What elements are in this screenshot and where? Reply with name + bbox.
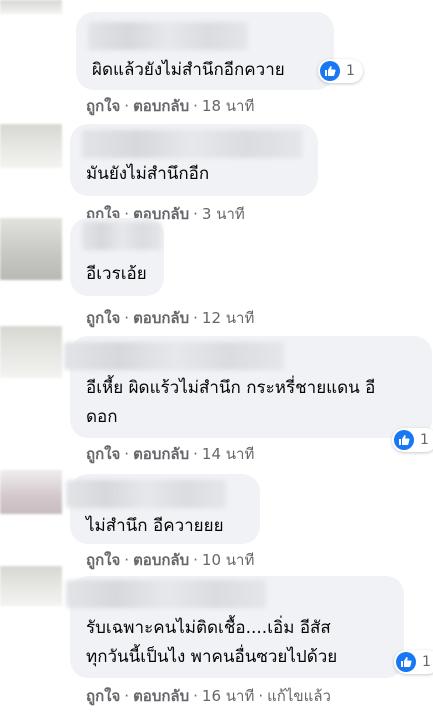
separator: ·: [193, 445, 198, 463]
comment-bubble: ผิดแล้วยังไม่สำนึกอีกควาย: [76, 12, 334, 90]
avatar[interactable]: [0, 124, 62, 168]
separator: ·: [124, 445, 130, 463]
timestamp[interactable]: 18 นาที: [202, 97, 254, 115]
separator: ·: [193, 97, 198, 115]
comment-text: มันยังไม่สำนึกอีก: [86, 164, 210, 184]
comment-text: ไม่สำนึก อีควายยย: [86, 516, 224, 536]
author-name[interactable]: [88, 22, 248, 50]
comment-bubble: รับเฉพาะคนไม่ติดเชื้อ....เอิ่ม อีสัส ทุก…: [66, 576, 404, 678]
timestamp[interactable]: 12 นาที: [202, 309, 254, 327]
avatar[interactable]: [0, 566, 62, 606]
separator: ·: [124, 687, 130, 705]
comment-text: รับเฉพาะคนไม่ติดเชื้อ....เอิ่ม อีสัส ทุก…: [86, 618, 338, 667]
separator: ·: [258, 687, 264, 705]
comment-actions: ถูกใจ · ตอบกลับ · 16 นาที · แก้ไขแล้ว: [86, 684, 331, 708]
author-name[interactable]: [66, 580, 266, 608]
comment-bubble: ไม่สำนึก อีควายยย: [66, 474, 260, 544]
separator: ·: [193, 687, 198, 705]
comment-text: ผิดแล้วยังไม่สำนึกอีกควาย: [92, 60, 285, 80]
comment: ไม่สำนึก อีควายยย ถูกใจ · ตอบกลับ · 10 นาที: [0, 470, 433, 576]
comment-bubble: อีเหี้ย ผิดแร้วไม่สำนึก กระหรี่ชายแดน อี…: [64, 336, 432, 438]
avatar[interactable]: [0, 326, 62, 378]
timestamp[interactable]: 16 นาที: [202, 687, 254, 705]
reaction-count[interactable]: 1: [392, 428, 433, 452]
comment-bubble: มันยังไม่สำนึกอีก: [70, 124, 318, 196]
reply-link[interactable]: ตอบกลับ: [133, 309, 189, 327]
comment-actions: ถูกใจ · ตอบกลับ · 18 นาที: [86, 94, 254, 118]
avatar[interactable]: [0, 218, 62, 280]
comment-text: อีเหี้ย ผิดแร้วไม่สำนึก กระหรี่ชายแดน อี…: [86, 378, 376, 427]
author-name[interactable]: [64, 342, 284, 370]
comment-text: อีเวรเอ้ย: [86, 264, 147, 284]
like-thumb-icon: [394, 430, 414, 450]
comment: รับเฉพาะคนไม่ติดเชื้อ....เอิ่ม อีสัส ทุก…: [0, 566, 433, 712]
separator: ·: [124, 309, 130, 327]
reaction-count[interactable]: 1: [318, 59, 363, 83]
like-thumb-icon: [396, 652, 416, 672]
avatar[interactable]: [0, 470, 62, 514]
comment: อีเหี้ย ผิดแร้วไม่สำนึก กระหรี่ชายแดน อี…: [0, 326, 433, 466]
avatar[interactable]: [0, 0, 62, 14]
reaction-count[interactable]: 1: [394, 650, 433, 674]
author-name[interactable]: [66, 480, 226, 508]
like-link[interactable]: ถูกใจ: [86, 687, 120, 705]
reply-link[interactable]: ตอบกลับ: [133, 687, 189, 705]
reply-link[interactable]: ตอบกลับ: [133, 445, 189, 463]
comment-bubble: อีเวรเอ้ย: [70, 218, 164, 296]
author-name[interactable]: [82, 130, 302, 158]
reaction-number: 1: [422, 654, 431, 670]
comment-actions: ถูกใจ · ตอบกลับ · 14 นาที: [86, 442, 254, 466]
like-thumb-icon: [320, 61, 340, 81]
reply-link[interactable]: ตอบกลับ: [133, 97, 189, 115]
like-link[interactable]: ถูกใจ: [86, 97, 120, 115]
comment: มันยังไม่สำนึกอีก ถูกใจ · ตอบกลับ · 3 นาที: [0, 124, 433, 224]
author-name[interactable]: [82, 222, 162, 250]
edited-label[interactable]: แก้ไขแล้ว: [267, 687, 331, 705]
separator: ·: [124, 97, 130, 115]
comment: ผิดแล้วยังไม่สำนึกอีกควาย 1 ถูกใจ · ตอบกลั…: [0, 0, 433, 118]
like-link[interactable]: ถูกใจ: [86, 445, 120, 463]
separator: ·: [193, 309, 198, 327]
comment: อีเวรเอ้ย ถูกใจ · ตอบกลับ · 12 นาที: [0, 218, 433, 330]
reaction-number: 1: [346, 63, 355, 79]
reaction-number: 1: [420, 432, 429, 448]
timestamp[interactable]: 14 นาที: [202, 445, 254, 463]
like-link[interactable]: ถูกใจ: [86, 309, 120, 327]
